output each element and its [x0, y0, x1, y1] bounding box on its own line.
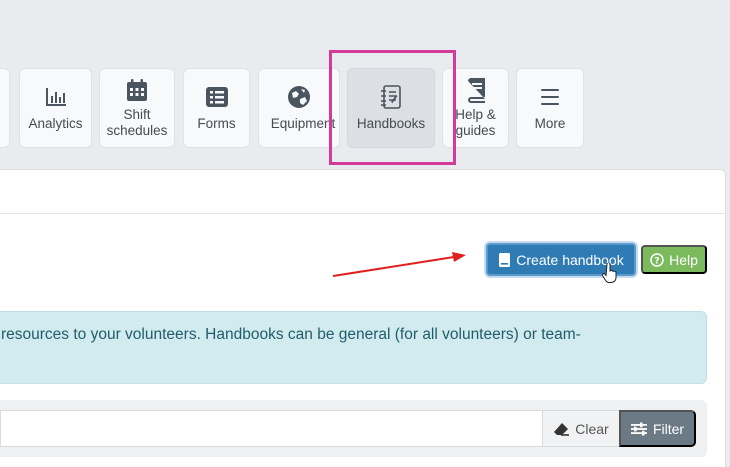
list-icon [204, 84, 230, 110]
help-button[interactable]: ? Help [641, 245, 707, 274]
hand-cursor-icon [602, 263, 617, 283]
toolbar-item-label: Help & guides [455, 107, 496, 138]
info-text: resources to your volunteers. Handbooks … [1, 326, 581, 343]
annotation-arrow [332, 252, 466, 277]
filter-input[interactable] [0, 410, 543, 447]
help-label: Help [669, 251, 698, 268]
filter-button[interactable]: Filter [619, 410, 696, 447]
toolbar-item-label: Shift schedules [106, 107, 168, 138]
toolbar-item-equipment[interactable]: Equipment [258, 68, 340, 148]
bar-chart-icon [43, 84, 69, 110]
toolbar-item-label: Handbooks [356, 116, 426, 131]
sliders-icon [630, 422, 647, 436]
toolbar-item-more[interactable]: More [516, 68, 584, 148]
book-icon [463, 77, 489, 103]
card-divider [0, 213, 726, 214]
toolbar-item-analytics[interactable]: Analytics [19, 68, 92, 148]
globe-icon [286, 84, 312, 110]
svg-text:?: ? [654, 256, 659, 266]
notebook-icon [378, 84, 404, 110]
toolbar-item-handbooks[interactable]: Handbooks [347, 68, 435, 148]
question-circle-icon: ? [650, 252, 664, 267]
toolbar-item-forms[interactable]: Forms [183, 68, 250, 148]
calendar-icon [124, 77, 150, 103]
clear-button[interactable]: Clear [542, 410, 620, 447]
toolbar-item-label: Forms [197, 116, 236, 131]
clear-label: Clear [575, 420, 609, 437]
book-icon [498, 252, 511, 267]
filter-label: Filter [652, 420, 685, 437]
eraser-icon [553, 422, 570, 436]
hamburger-icon [537, 84, 563, 110]
toolbar-item-partial[interactable] [0, 68, 10, 148]
info-alert: resources to your volunteers. Handbooks … [0, 311, 707, 384]
toolbar-item-shift-schedules[interactable]: Shift schedules [99, 68, 175, 148]
toolbar-item-label: More [534, 116, 566, 131]
toolbar-item-label: Equipment [270, 116, 336, 131]
toolbar-item-help-guides[interactable]: Help & guides [442, 68, 509, 148]
toolbar-item-label: Analytics [28, 116, 83, 131]
